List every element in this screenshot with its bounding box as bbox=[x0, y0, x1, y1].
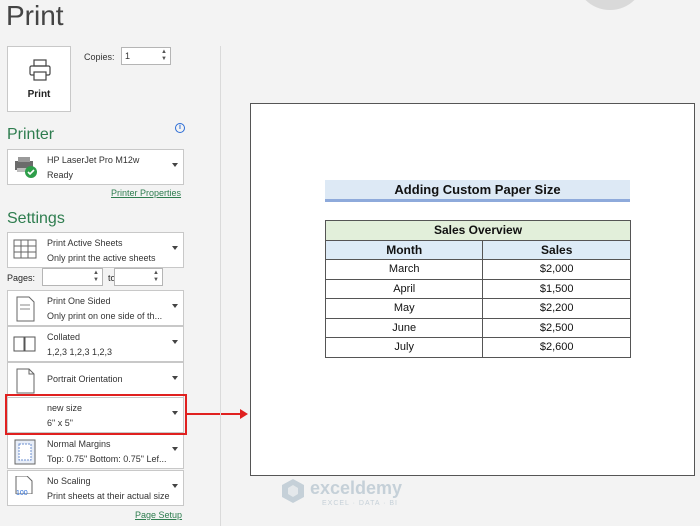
info-icon[interactable]: i bbox=[175, 123, 185, 133]
table-row: June $2,500 bbox=[324, 317, 631, 338]
pages-label: Pages: bbox=[7, 273, 36, 283]
pages-from-input[interactable]: ▲ ▼ bbox=[42, 268, 103, 286]
printer-name: HP LaserJet Pro M12w bbox=[47, 155, 140, 165]
active-sheets-icon bbox=[13, 239, 37, 259]
chevron-down-icon bbox=[172, 484, 178, 488]
stepper-arrows-icon[interactable]: ▲ ▼ bbox=[152, 270, 160, 284]
table-row: July $2,600 bbox=[324, 337, 631, 358]
margins-dropdown[interactable]: Normal Margins Top: 0.75" Bottom: 0.75" … bbox=[7, 433, 184, 469]
print-scope-desc: Only print the active sheets bbox=[47, 253, 156, 263]
chevron-down-icon bbox=[172, 304, 178, 308]
cell-month: July bbox=[324, 337, 484, 358]
printer-status: Ready bbox=[47, 170, 74, 180]
sides-desc: Only print on one side of th... bbox=[47, 311, 163, 321]
printer-heading: Printer bbox=[7, 126, 55, 143]
copies-stepper[interactable]: 1 ▲ ▼ bbox=[121, 47, 171, 65]
table-caption: Sales Overview bbox=[325, 220, 631, 241]
callout-arrow-icon bbox=[240, 409, 248, 419]
cell-sales: $2,000 bbox=[482, 259, 631, 280]
printer-icon bbox=[29, 59, 51, 81]
watermark-tagline: EXCEL · DATA · BI bbox=[322, 500, 398, 507]
orientation-title: Portrait Orientation bbox=[47, 374, 123, 384]
printer-properties-link[interactable]: Printer Properties bbox=[111, 188, 181, 198]
collation-title: Collated bbox=[47, 332, 81, 342]
collation-dropdown[interactable]: Collated 1,2,3 1,2,3 1,2,3 bbox=[7, 326, 184, 362]
margins-title: Normal Margins bbox=[47, 439, 111, 449]
sides-title: Print One Sided bbox=[47, 296, 111, 306]
cell-sales: $1,500 bbox=[482, 278, 631, 299]
paper-size-highlight bbox=[5, 394, 187, 435]
margins-desc: Top: 0.75" Bottom: 0.75" Lef... bbox=[47, 454, 167, 464]
orientation-dropdown[interactable]: Portrait Orientation bbox=[7, 362, 184, 398]
chevron-down-icon bbox=[172, 340, 178, 344]
scaling-dropdown[interactable]: 100 No Scaling Print sheets at their act… bbox=[7, 470, 184, 506]
cell-sales: $2,200 bbox=[482, 298, 631, 319]
no-scaling-icon: 100 bbox=[13, 476, 39, 502]
table-row: April $1,500 bbox=[324, 278, 631, 299]
margins-icon bbox=[14, 439, 36, 465]
chevron-down-icon bbox=[172, 246, 178, 250]
page-setup-link[interactable]: Page Setup bbox=[135, 510, 182, 520]
sheet-title: Adding Custom Paper Size bbox=[325, 180, 630, 202]
cell-sales: $2,600 bbox=[482, 337, 631, 358]
collation-desc: 1,2,3 1,2,3 1,2,3 bbox=[47, 347, 113, 357]
print-scope-dropdown[interactable]: Print Active Sheets Only print the activ… bbox=[7, 232, 184, 268]
cell-month: May bbox=[324, 298, 484, 319]
sales-table: Sales Overview Month Sales March $2,000 … bbox=[324, 220, 631, 358]
stepper-arrows-icon[interactable]: ▲ ▼ bbox=[160, 49, 168, 63]
print-button-label: Print bbox=[27, 89, 51, 100]
chevron-down-icon bbox=[172, 163, 178, 167]
stepper-arrows-icon[interactable]: ▲ ▼ bbox=[92, 270, 100, 284]
page-title: Print bbox=[6, 0, 64, 31]
sides-dropdown[interactable]: Print One Sided Only print on one side o… bbox=[7, 290, 184, 326]
cell-month: June bbox=[324, 317, 484, 338]
cell-sales: $2,500 bbox=[482, 317, 631, 338]
portrait-orientation-icon bbox=[16, 368, 35, 394]
pages-to-input[interactable]: ▲ ▼ bbox=[114, 268, 163, 286]
chevron-down-icon bbox=[172, 376, 178, 380]
cell-month: April bbox=[324, 278, 484, 299]
cell-month: March bbox=[324, 259, 484, 280]
column-header-sales: Sales bbox=[482, 239, 631, 260]
printer-dropdown[interactable]: HP LaserJet Pro M12w Ready bbox=[7, 149, 184, 185]
table-row: March $2,000 bbox=[324, 259, 631, 280]
one-sided-icon bbox=[16, 296, 35, 322]
collated-icon bbox=[13, 336, 36, 352]
scaling-desc: Print sheets at their actual size bbox=[47, 491, 170, 501]
print-button[interactable]: Print bbox=[7, 46, 71, 112]
panel-divider bbox=[220, 46, 221, 526]
exceldemy-logo-icon bbox=[282, 479, 304, 503]
settings-heading: Settings bbox=[7, 210, 65, 227]
printer-ready-icon bbox=[15, 157, 37, 178]
column-header-month: Month bbox=[324, 239, 484, 260]
chevron-down-icon bbox=[172, 447, 178, 451]
scaling-percent: 100 bbox=[16, 490, 28, 497]
account-avatar-decoration bbox=[575, 0, 645, 10]
watermark-name: exceldemy bbox=[310, 478, 403, 498]
print-scope-title: Print Active Sheets bbox=[47, 238, 123, 248]
copies-value: 1 bbox=[125, 51, 131, 61]
copies-label: Copies: bbox=[84, 52, 115, 62]
callout-arrow-line bbox=[186, 413, 242, 415]
table-row: May $2,200 bbox=[324, 298, 631, 319]
scaling-title: No Scaling bbox=[47, 476, 91, 486]
